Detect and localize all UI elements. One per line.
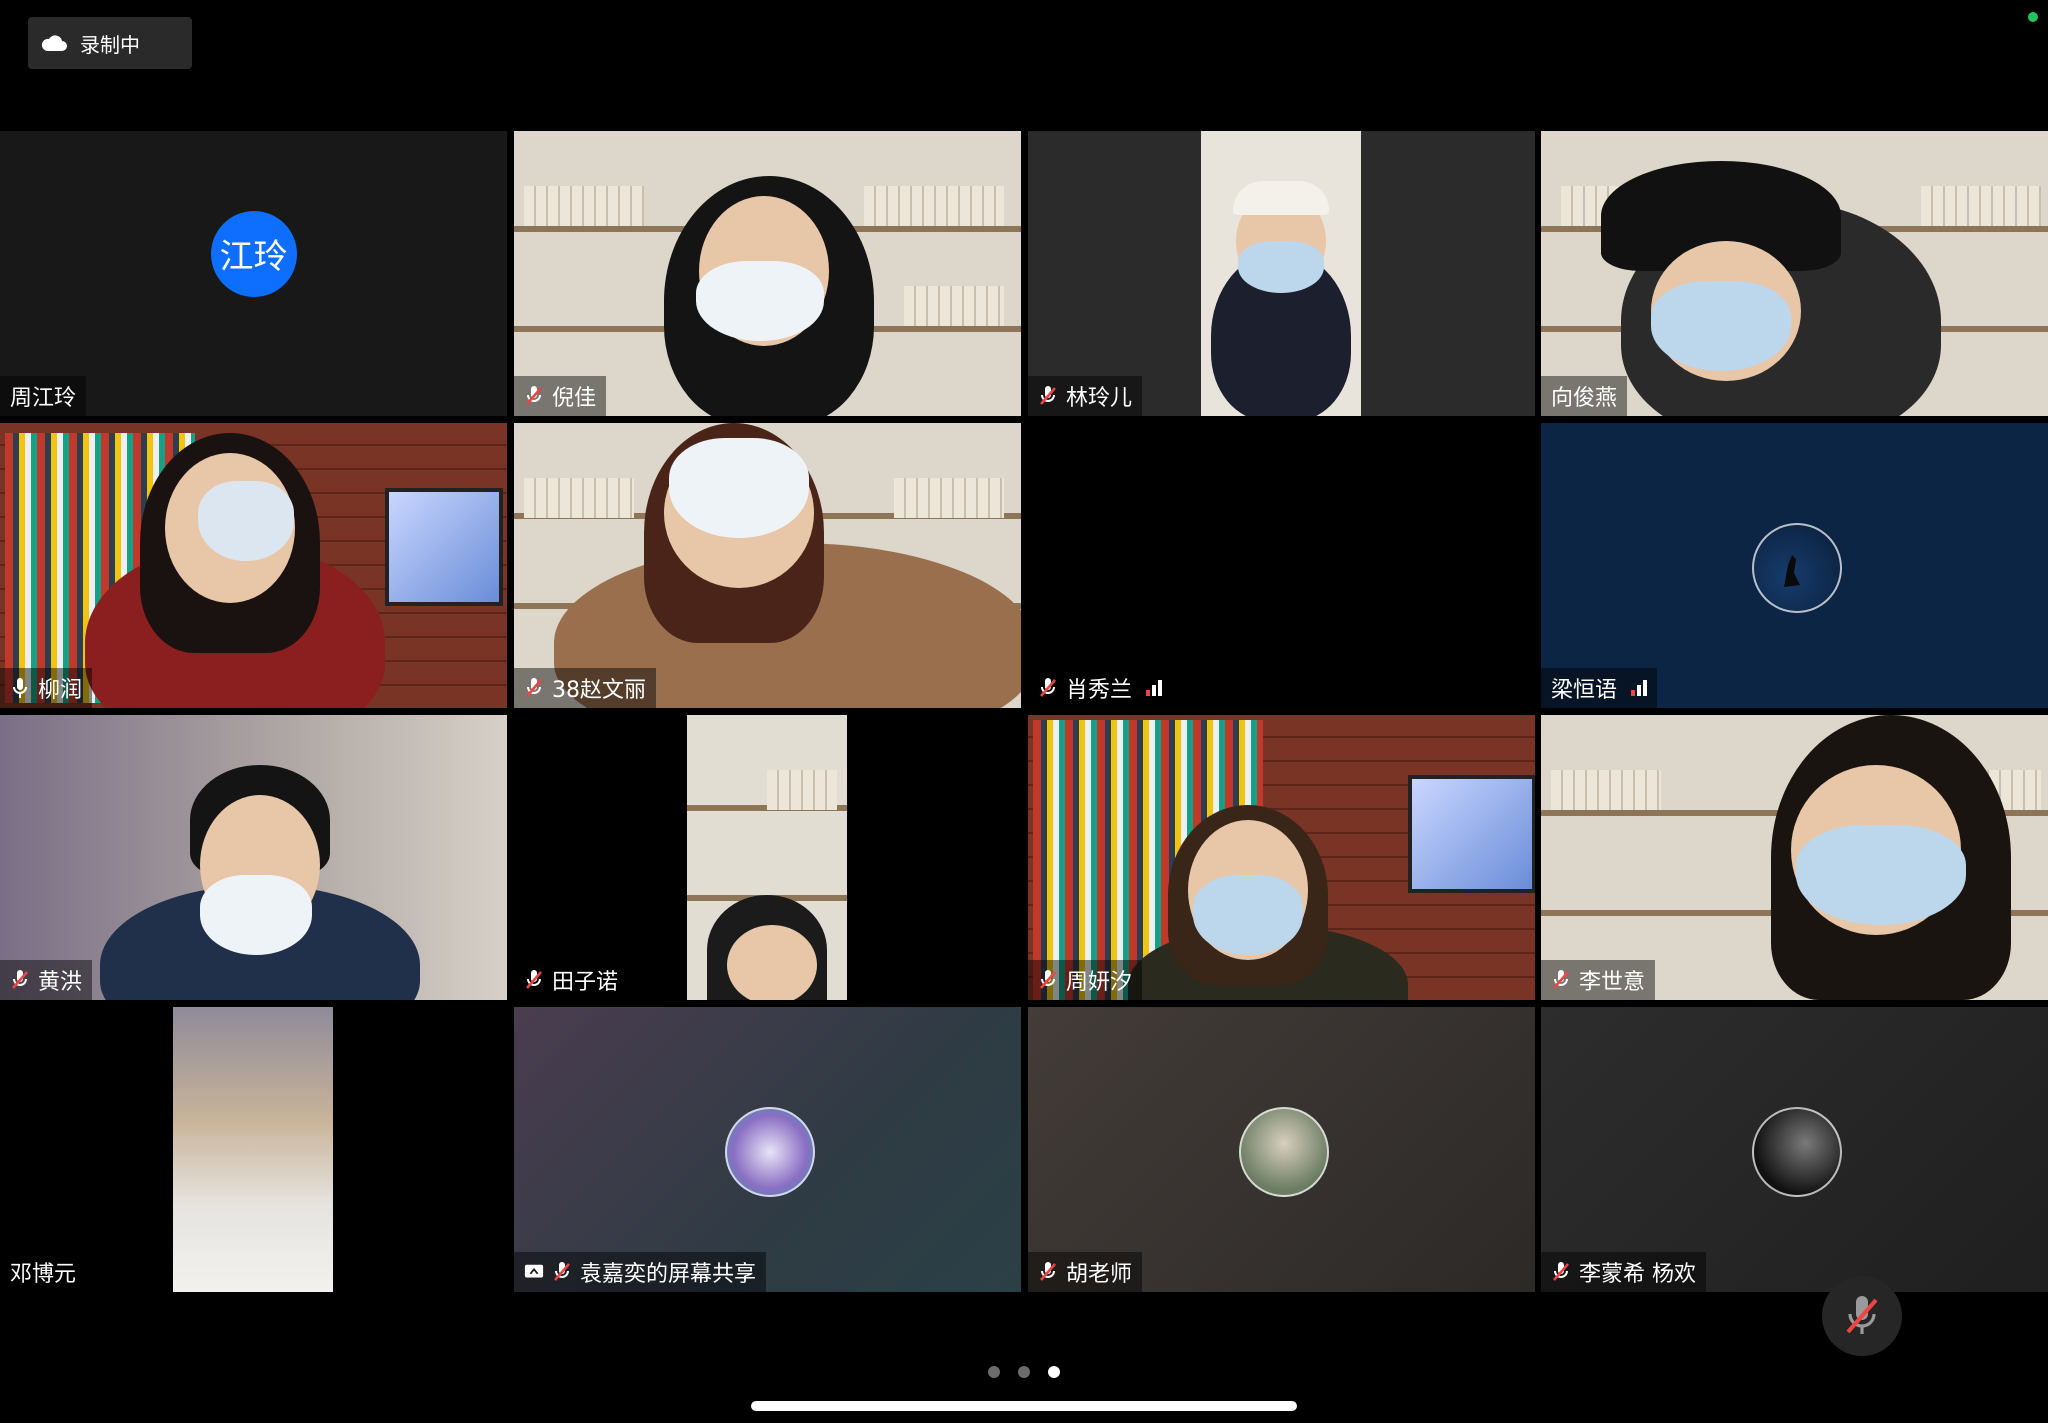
mic-off-icon bbox=[554, 1262, 570, 1281]
home-indicator[interactable] bbox=[751, 1401, 1297, 1411]
participant-name: 周江玲 bbox=[10, 386, 77, 411]
participant-name: 黄洪 bbox=[38, 970, 83, 995]
video-tile[interactable]: 邓博元 bbox=[0, 1007, 507, 1292]
participant-avatar bbox=[1751, 1106, 1842, 1197]
participant-name-tag: 李世意 bbox=[1541, 960, 1656, 1000]
mic-off-icon bbox=[1846, 1296, 1878, 1334]
signal-strength-icon bbox=[1631, 680, 1648, 696]
participant-name: 向俊燕 bbox=[1551, 386, 1618, 411]
participant-name: 邓博元 bbox=[10, 1262, 77, 1287]
participant-name: 李世意 bbox=[1579, 970, 1646, 995]
video-tile[interactable]: 胡老师 bbox=[1028, 1007, 1535, 1292]
participant-name: 袁嘉奕的屏幕共享 bbox=[580, 1262, 757, 1287]
mic-off-icon bbox=[526, 386, 542, 405]
participant-name: 胡老师 bbox=[1066, 1262, 1133, 1287]
mic-off-icon bbox=[526, 678, 542, 697]
participant-name-tag: 肖秀兰 bbox=[1028, 668, 1173, 708]
mic-off-icon bbox=[1553, 1262, 1569, 1281]
video-tile[interactable]: 黄洪 bbox=[0, 715, 507, 1000]
participant-name-tag: 李蒙希 杨欢 bbox=[1541, 1252, 1706, 1292]
participant-name-tag: 田子诺 bbox=[514, 960, 629, 1000]
page-indicator[interactable] bbox=[0, 1366, 2048, 1378]
recording-badge[interactable]: 录制中 bbox=[28, 17, 192, 69]
mic-off-icon bbox=[1040, 970, 1056, 989]
participant-video bbox=[687, 715, 847, 1000]
participant-name: 柳润 bbox=[38, 678, 83, 703]
participant-avatar bbox=[1751, 522, 1842, 613]
mute-button[interactable] bbox=[1822, 1276, 1902, 1356]
participant-name-tag: 38赵文丽 bbox=[514, 668, 656, 708]
participant-name-tag: 周江玲 bbox=[0, 376, 87, 416]
screen-share-icon bbox=[524, 1264, 544, 1278]
participant-name-tag: 邓博元 bbox=[0, 1252, 87, 1292]
participant-name-tag: 黄洪 bbox=[0, 960, 93, 1000]
participant-name: 李蒙希 杨欢 bbox=[1579, 1262, 1696, 1287]
mic-off-icon bbox=[1040, 386, 1056, 405]
participant-video bbox=[1201, 131, 1361, 416]
participant-name-tag: 林玲儿 bbox=[1028, 376, 1143, 416]
recording-label: 录制中 bbox=[80, 32, 140, 57]
participant-name: 田子诺 bbox=[552, 970, 619, 995]
participant-name: 梁恒语 bbox=[1551, 678, 1618, 703]
video-tile[interactable]: 李世意 bbox=[1541, 715, 2048, 1000]
participant-avatar bbox=[724, 1106, 815, 1197]
video-tile[interactable]: 梁恒语 bbox=[1541, 423, 2048, 708]
video-tile[interactable]: 倪佳 bbox=[514, 131, 1021, 416]
participant-name-tag: 袁嘉奕的屏幕共享 bbox=[514, 1252, 767, 1292]
video-tile[interactable]: 林玲儿 bbox=[1028, 131, 1535, 416]
participant-avatar bbox=[1238, 1106, 1329, 1197]
video-tile[interactable]: 江玲 周江玲 bbox=[0, 131, 507, 416]
page-dot[interactable] bbox=[988, 1366, 1000, 1378]
participant-name-tag: 柳润 bbox=[0, 668, 93, 708]
participant-name: 林玲儿 bbox=[1066, 386, 1133, 411]
participant-name-tag: 倪佳 bbox=[514, 376, 607, 416]
mic-off-icon bbox=[1040, 1262, 1056, 1281]
page-dot[interactable] bbox=[1018, 1366, 1030, 1378]
video-tile[interactable]: 向俊燕 bbox=[1541, 131, 2048, 416]
video-tile[interactable]: 李蒙希 杨欢 bbox=[1541, 1007, 2048, 1292]
participant-video bbox=[173, 1007, 333, 1292]
camera-indicator bbox=[2028, 12, 2038, 22]
participant-name: 周妍汐 bbox=[1066, 970, 1133, 995]
mic-icon bbox=[13, 678, 27, 698]
mic-off-icon bbox=[526, 970, 542, 989]
participant-avatar: 江玲 bbox=[210, 210, 297, 297]
participant-name-tag: 梁恒语 bbox=[1541, 668, 1658, 708]
mic-off-icon bbox=[12, 970, 28, 989]
video-tile[interactable]: 田子诺 bbox=[514, 715, 1021, 1000]
participant-name-tag: 向俊燕 bbox=[1541, 376, 1628, 416]
participant-name-tag: 周妍汐 bbox=[1028, 960, 1143, 1000]
page-dot-current[interactable] bbox=[1048, 1366, 1060, 1378]
video-tile[interactable]: 周妍汐 bbox=[1028, 715, 1535, 1000]
video-tile[interactable]: 袁嘉奕的屏幕共享 bbox=[514, 1007, 1021, 1292]
mic-off-icon bbox=[1553, 970, 1569, 989]
participant-name: 肖秀兰 bbox=[1066, 678, 1133, 703]
cloud-icon bbox=[41, 35, 67, 51]
video-tile-active-speaker[interactable]: 柳润 bbox=[0, 423, 507, 708]
video-tile[interactable]: 38赵文丽 bbox=[514, 423, 1021, 708]
participant-name: 38赵文丽 bbox=[552, 678, 646, 703]
mic-off-icon bbox=[1040, 678, 1056, 697]
video-tile[interactable]: 肖秀兰 bbox=[1028, 423, 1535, 708]
signal-strength-icon bbox=[1146, 680, 1163, 696]
participant-name-tag: 胡老师 bbox=[1028, 1252, 1143, 1292]
participant-name: 倪佳 bbox=[552, 386, 597, 411]
